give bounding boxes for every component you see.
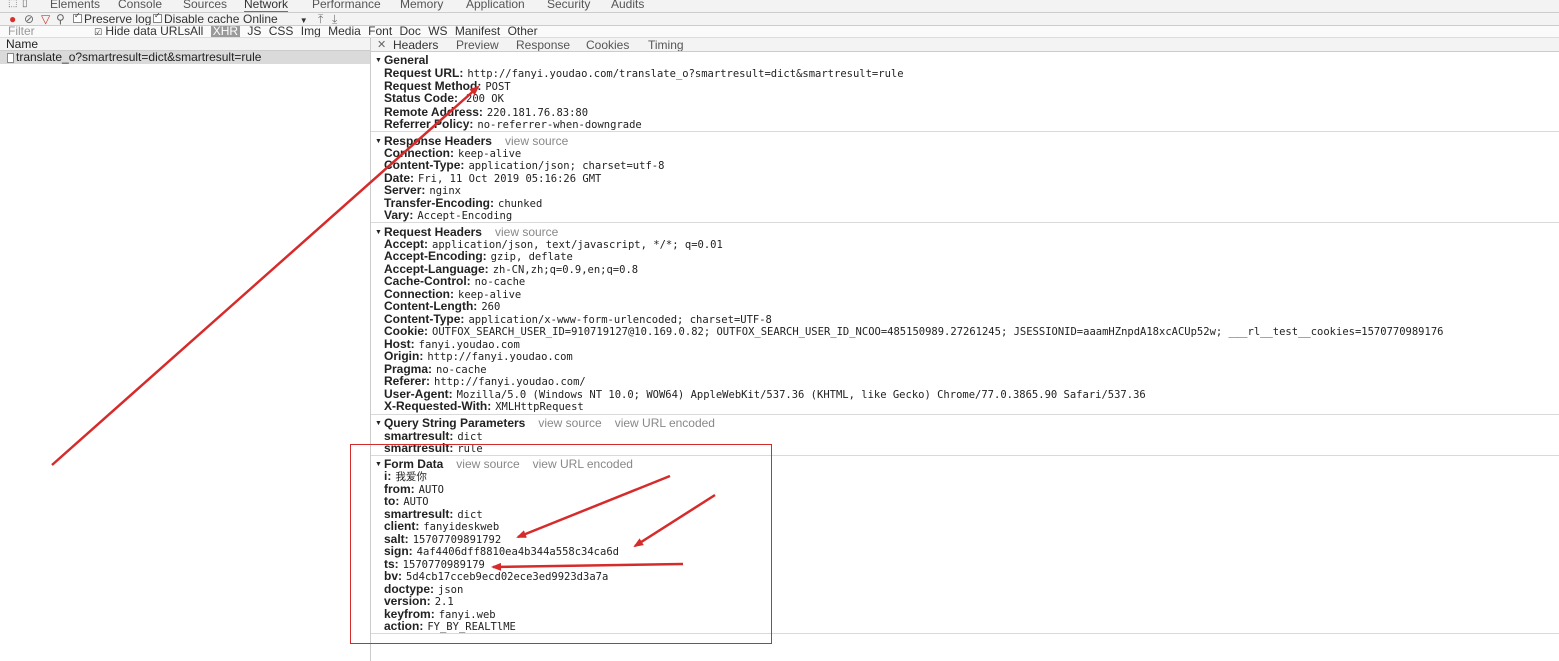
tab-response[interactable]: Response [516, 38, 570, 51]
hide-data-urls-checkbox[interactable]: ☑ Hide data URLs [94, 26, 191, 38]
view-source-link[interactable]: view source [538, 416, 601, 430]
preserve-log-checkbox[interactable]: Preserve log [73, 13, 152, 26]
detail-tabs: ✕ Headers Preview Response Cookies Timin… [371, 38, 1559, 52]
type-filter-doc[interactable]: Doc [400, 26, 421, 37]
tab-timing[interactable]: Timing [648, 38, 684, 51]
tab-memory[interactable]: Memory [400, 0, 443, 11]
preserve-log-label: Preserve log [84, 13, 152, 26]
name-column-header[interactable]: Name [0, 38, 370, 51]
resource-type-filters: All XHR JS CSS Img Media Font Doc WS Man… [190, 26, 542, 37]
search-icon[interactable]: ⚲ [56, 13, 65, 25]
type-filter-all[interactable]: All [190, 26, 203, 37]
tab-performance[interactable]: Performance [312, 0, 381, 11]
response-header-row: Content-Type: application/json; charset=u… [384, 158, 665, 172]
network-toolbar: ● ⊘ ▽ ⚲ Preserve log Disable cache Onlin… [0, 13, 1559, 26]
chevron-down-icon: ▼ [299, 16, 308, 25]
general-row-referrer-policy: Referrer Policy: no-referrer-when-downgra… [384, 117, 642, 131]
clear-icon[interactable]: ⊘ [24, 13, 34, 25]
filter-bar: Filter ☑ Hide data URLs All XHR JS CSS I… [0, 26, 1559, 38]
record-icon[interactable]: ● [9, 13, 16, 25]
devtools-tab-bar: ⬚ ▯ Elements Console Sources Network Per… [0, 0, 1559, 13]
tab-audits[interactable]: Audits [611, 0, 644, 11]
disable-cache-label: Disable cache [164, 13, 240, 26]
close-icon[interactable]: ✕ [377, 38, 386, 51]
inspect-element-icon[interactable]: ⬚ [8, 0, 17, 9]
tab-security[interactable]: Security [547, 0, 590, 11]
general-section: ▼ General Request URL: http://fanyi.youdao… [371, 53, 1559, 132]
tab-console[interactable]: Console [118, 0, 162, 11]
device-toolbar-icon[interactable]: ▯ [22, 0, 28, 9]
collapse-triangle-icon: ▼ [375, 57, 382, 64]
hide-data-urls-label: Hide data URLs [105, 26, 191, 38]
general-row-status-code: Status Code: 200 OK [384, 91, 504, 105]
export-har-icon[interactable]: ⤓ [332, 13, 337, 25]
query-params-header[interactable]: ▼ Query String Parameters view source view … [375, 416, 715, 430]
tab-elements[interactable]: Elements [50, 0, 100, 11]
throttle-select[interactable]: Online ▼ [243, 13, 308, 26]
view-url-encoded-link[interactable]: view URL encoded [615, 416, 715, 430]
view-source-link[interactable]: view source [505, 134, 568, 148]
disable-cache-checkbox[interactable]: Disable cache [153, 13, 240, 26]
request-row[interactable]: translate_o?smartresult=dict&smartresult… [0, 51, 370, 64]
request-list: Name translate_o?smartresult=dict&smartr… [0, 38, 371, 661]
request-headers-section: ▼ Request Headers view source Accept: appli… [371, 225, 1559, 415]
form-data-highlight-box [350, 444, 772, 644]
document-icon [7, 52, 14, 63]
request-header-row: X-Requested-With: XMLHttpRequest [384, 399, 584, 413]
type-filter-img[interactable]: Img [301, 26, 321, 37]
type-filter-xhr[interactable]: XHR [210, 26, 241, 37]
type-filter-ws[interactable]: WS [428, 26, 447, 37]
throttle-value: Online [243, 13, 278, 26]
tab-headers[interactable]: Headers [393, 38, 438, 51]
type-filter-js[interactable]: JS [247, 26, 261, 37]
collapse-triangle-icon: ▼ [375, 229, 382, 236]
type-filter-other[interactable]: Other [508, 26, 538, 37]
collapse-triangle-icon: ▼ [375, 138, 382, 145]
response-header-row: Vary: Accept-Encoding [384, 208, 513, 222]
request-header-row: Cookie: OUTFOX_SEARCH_USER_ID=910719127@1… [384, 324, 1444, 338]
tab-preview[interactable]: Preview [456, 38, 499, 51]
tab-application[interactable]: Application [466, 0, 525, 11]
tab-cookies[interactable]: Cookies [586, 38, 629, 51]
request-name: translate_o?smartresult=dict&smartresult… [16, 51, 262, 64]
tab-network[interactable]: Network [244, 0, 289, 12]
type-filter-font[interactable]: Font [368, 26, 392, 37]
type-filter-css[interactable]: CSS [269, 26, 294, 37]
response-headers-section: ▼ Response Headers view source Connection:… [371, 134, 1559, 223]
type-filter-media[interactable]: Media [328, 26, 361, 37]
type-filter-manifest[interactable]: Manifest [455, 26, 500, 37]
collapse-triangle-icon: ▼ [375, 420, 382, 427]
general-header[interactable]: ▼ General [375, 53, 429, 67]
import-har-icon[interactable]: ⤒ [318, 13, 323, 25]
view-source-link[interactable]: view source [495, 225, 558, 239]
tab-sources[interactable]: Sources [183, 0, 227, 11]
filter-icon[interactable]: ▽ [41, 13, 50, 25]
